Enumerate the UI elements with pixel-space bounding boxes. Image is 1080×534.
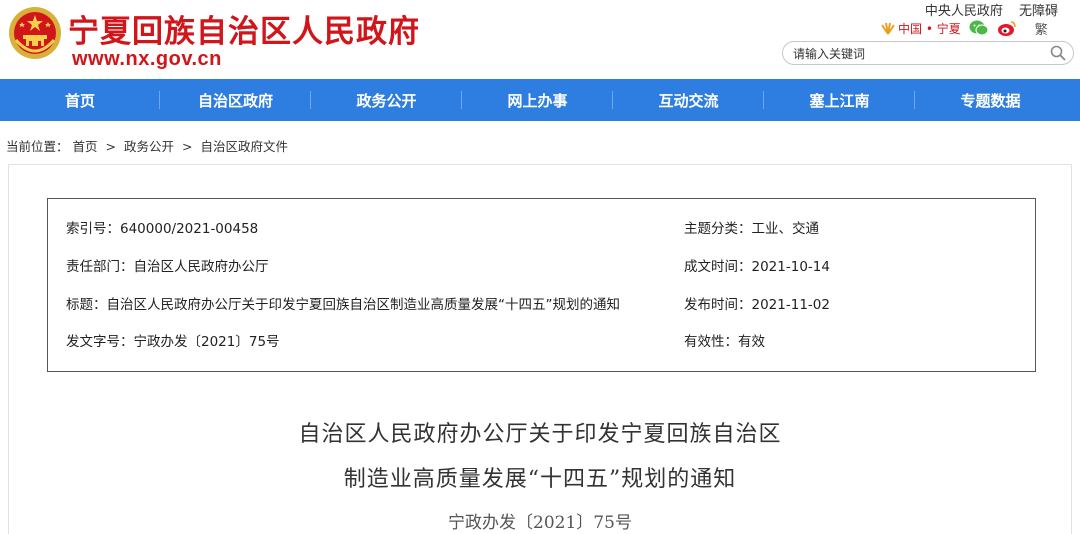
site-url[interactable]: www.nx.gov.cn	[72, 48, 222, 71]
traditional-chinese-button[interactable]: 繁	[1035, 19, 1048, 38]
nav-item-home[interactable]: 首页	[0, 79, 160, 121]
meta-index-no: 索引号：640000/2021-00458	[66, 221, 259, 237]
site-header: 宁夏回族自治区人民政府 www.nx.gov.cn 中央人民政府 无障碍 中国 …	[0, 0, 1080, 78]
nav-item-online-services[interactable]: 网上办事	[462, 79, 613, 121]
breadcrumb-government-documents[interactable]: 自治区政府文件	[200, 139, 288, 154]
breadcrumb-public-affairs[interactable]: 政务公开	[124, 139, 174, 154]
document-title-line1: 自治区人民政府办公厅关于印发宁夏回族自治区	[298, 422, 782, 447]
weibo-icon[interactable]	[997, 19, 1017, 37]
breadcrumb-separator: >	[105, 139, 116, 154]
meta-category: 主题分类：工业、交通	[684, 221, 819, 237]
meta-doc-code: 发文字号：宁政办发〔2021〕75号	[66, 334, 280, 350]
meta-validity: 有效性：有效	[684, 334, 765, 350]
wechat-icon[interactable]	[969, 19, 989, 37]
accessibility-link[interactable]: 无障碍	[1019, 4, 1058, 19]
breadcrumb: 当前位置： 首页 > 政务公开 > 自治区政府文件	[6, 136, 288, 155]
central-government-link[interactable]: 中央人民政府	[925, 4, 1003, 19]
nav-item-public-affairs[interactable]: 政务公开	[311, 79, 462, 121]
nav-item-interaction[interactable]: 互动交流	[613, 79, 764, 121]
document-number: 宁政办发〔2021〕75号	[448, 513, 632, 533]
document-title-line2: 制造业高质量发展“十四五”规划的通知	[343, 467, 737, 492]
national-emblem-icon[interactable]	[8, 6, 62, 60]
region-link[interactable]: 中国 • 宁夏	[880, 20, 961, 37]
nav-item-saishang-jiangnan[interactable]: 塞上江南	[764, 79, 915, 121]
site-title[interactable]: 宁夏回族自治区人民政府	[68, 6, 420, 51]
region-link-label: 中国 • 宁夏	[898, 21, 961, 36]
fan-logo-icon	[881, 22, 895, 35]
top-icons: 中国 • 宁夏 繁	[880, 18, 1048, 38]
meta-department: 责任部门：自治区人民政府办公厅	[66, 259, 269, 275]
search-icon[interactable]	[1049, 44, 1067, 62]
document-metadata: 索引号：640000/2021-00458 责任部门：自治区人民政府办公厅 标题…	[47, 198, 1036, 372]
search-input[interactable]	[793, 45, 1043, 62]
nav-item-government[interactable]: 自治区政府	[160, 79, 311, 121]
meta-created-date: 成文时间：2021-10-14	[684, 259, 830, 275]
meta-title: 标题：自治区人民政府办公厅关于印发宁夏回族自治区制造业高质量发展“十四五”规划的…	[66, 297, 620, 313]
top-links: 中央人民政府 无障碍	[913, 0, 1058, 19]
breadcrumb-prefix: 当前位置：	[6, 139, 69, 154]
main-nav: 首页 自治区政府 政务公开 网上办事 互动交流 塞上江南 专题数据	[0, 79, 1080, 121]
breadcrumb-home[interactable]: 首页	[73, 139, 98, 154]
search-box	[782, 41, 1074, 65]
nav-item-special-data[interactable]: 专题数据	[915, 79, 1066, 121]
meta-published-date: 发布时间：2021-11-02	[684, 297, 830, 313]
breadcrumb-separator: >	[181, 139, 193, 154]
